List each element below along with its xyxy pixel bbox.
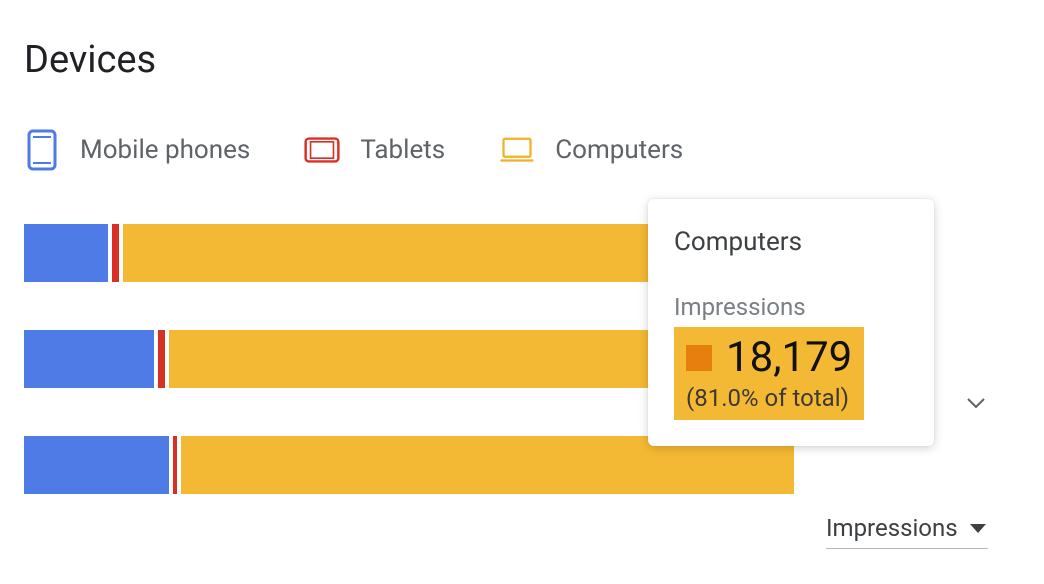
- bar-segment-mobile[interactable]: [24, 436, 169, 494]
- legend: Mobile phones Tablets Computers: [24, 132, 1020, 168]
- tooltip-metric-label: Impressions: [674, 293, 910, 321]
- bar-segment-mobile[interactable]: [24, 224, 108, 282]
- tooltip-value-box: 18,179 (81.0% of total): [674, 327, 864, 420]
- bar-segment-mobile[interactable]: [24, 330, 154, 388]
- legend-item-mobile[interactable]: Mobile phones: [24, 132, 250, 168]
- tablet-icon: [304, 132, 340, 168]
- legend-label-computer: Computers: [555, 135, 683, 165]
- legend-item-tablet[interactable]: Tablets: [304, 132, 445, 168]
- bar-segment-tablet[interactable]: [158, 330, 166, 388]
- metric-selector-label: Impressions: [826, 514, 958, 542]
- tooltip-color-swatch: [686, 345, 712, 371]
- page-title: Devices: [24, 38, 1020, 82]
- dropdown-caret-icon: [968, 519, 988, 538]
- chart-tooltip: Computers Impressions 18,179 (81.0% of t…: [648, 199, 934, 446]
- legend-label-tablet: Tablets: [360, 135, 445, 165]
- metric-selector[interactable]: Impressions: [826, 514, 988, 549]
- bar-segment-tablet[interactable]: [112, 224, 120, 282]
- legend-label-mobile: Mobile phones: [80, 135, 250, 165]
- mobile-phone-icon: [24, 132, 60, 168]
- computer-icon: [499, 132, 535, 168]
- tooltip-value: 18,179: [726, 333, 852, 382]
- legend-item-computer[interactable]: Computers: [499, 132, 683, 168]
- dropdown-caret-icon: [966, 394, 986, 413]
- tooltip-percent-text: (81.0% of total): [686, 384, 852, 412]
- tooltip-series-name: Computers: [674, 227, 910, 257]
